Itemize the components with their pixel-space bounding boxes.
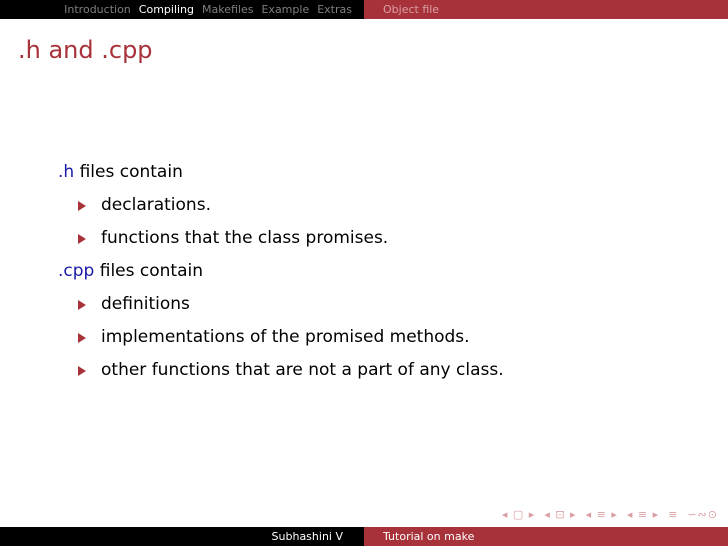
footer-title-box: Tutorial on make [364, 527, 728, 546]
h-code-text: .h [58, 162, 75, 182]
list-item: implementations of the promised methods. [78, 329, 470, 346]
cpp-code-text: .cpp [58, 261, 95, 281]
section-nav-icon[interactable]: ◂ ≡ ▸ [586, 508, 618, 521]
h-files-item: .h files contain [58, 164, 183, 181]
h-files-text: files contain [74, 162, 183, 182]
subsection-bar: Object file [364, 0, 728, 19]
triangle-bullet-icon [78, 365, 86, 376]
list-item: declarations. [78, 197, 211, 214]
cpp-files-item: .cpp files contain [58, 263, 203, 280]
list-item-text: definitions [101, 294, 190, 314]
footer-author-box: Subhashini V [0, 527, 364, 546]
list-item-text: other functions that are not a part of a… [101, 360, 504, 380]
list-item-text: declarations. [101, 195, 211, 215]
document-nav-icon[interactable]: ◂ ≡ ▸ [627, 508, 659, 521]
nav-makefiles[interactable]: Makefiles [202, 3, 253, 16]
header-bar: Introduction Compiling Makefiles Example… [0, 0, 728, 19]
slide-title: .h and .cpp [18, 36, 153, 64]
cpp-files-text: files contain [94, 261, 204, 281]
list-item-text: functions that the class promises. [101, 228, 389, 248]
footer-title: Tutorial on make [383, 530, 475, 543]
list-item-text: implementations of the promised methods. [101, 327, 470, 347]
nav-introduction[interactable]: Introduction [64, 3, 131, 16]
triangle-bullet-icon [78, 332, 86, 343]
footer-author: Subhashini V [271, 530, 343, 543]
triangle-bullet-icon [78, 200, 86, 211]
list-item: functions that the class promises. [78, 230, 388, 247]
list-item: other functions that are not a part of a… [78, 362, 504, 379]
triangle-bullet-icon [78, 299, 86, 310]
nav-subsection-object-file[interactable]: Object file [383, 3, 439, 16]
triangle-bullet-icon [78, 233, 86, 244]
footer-bar: Subhashini V Tutorial on make [0, 527, 728, 546]
nav-compiling[interactable]: Compiling [139, 3, 194, 16]
search-icon[interactable]: ∽∾⊙ [687, 508, 718, 521]
section-navigation: Introduction Compiling Makefiles Example… [0, 0, 364, 19]
subsection-nav-icon[interactable]: ◂ ⊡ ▸ [544, 508, 576, 521]
frame-nav-icon[interactable]: ◂ ▢ ▸ [502, 508, 535, 521]
list-item: definitions [78, 296, 190, 313]
align-icon[interactable]: ≡ [668, 508, 678, 521]
nav-extras[interactable]: Extras [317, 3, 352, 16]
beamer-navigation-symbols: ◂ ▢ ▸ ◂ ⊡ ▸ ◂ ≡ ▸ ◂ ≡ ▸ ≡ ∽∾⊙ [502, 508, 718, 521]
nav-example[interactable]: Example [261, 3, 309, 16]
